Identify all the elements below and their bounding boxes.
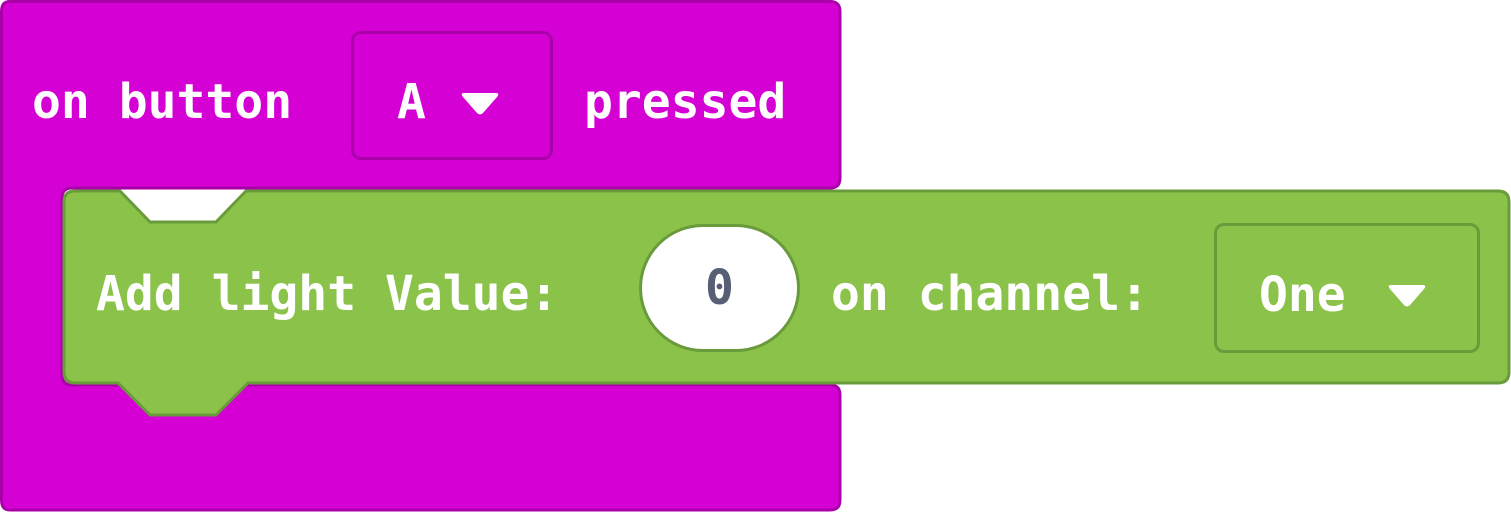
channel-dropdown-value: One — [1259, 267, 1346, 323]
statement-block-label-prefix: Add light Value: — [96, 266, 559, 322]
button-dropdown-value: A — [397, 74, 426, 130]
light-value-input[interactable]: 0 — [639, 224, 800, 352]
statement-block-label-mid: on channel: — [831, 266, 1149, 322]
button-dropdown[interactable]: A — [351, 31, 553, 160]
channel-dropdown[interactable]: One — [1214, 223, 1480, 353]
event-block-label-suffix: pressed — [584, 74, 787, 130]
light-value-input-text: 0 — [705, 260, 734, 316]
event-block-label-prefix: on button — [32, 74, 293, 130]
chevron-down-icon — [461, 93, 499, 115]
chevron-down-icon — [1388, 285, 1426, 307]
